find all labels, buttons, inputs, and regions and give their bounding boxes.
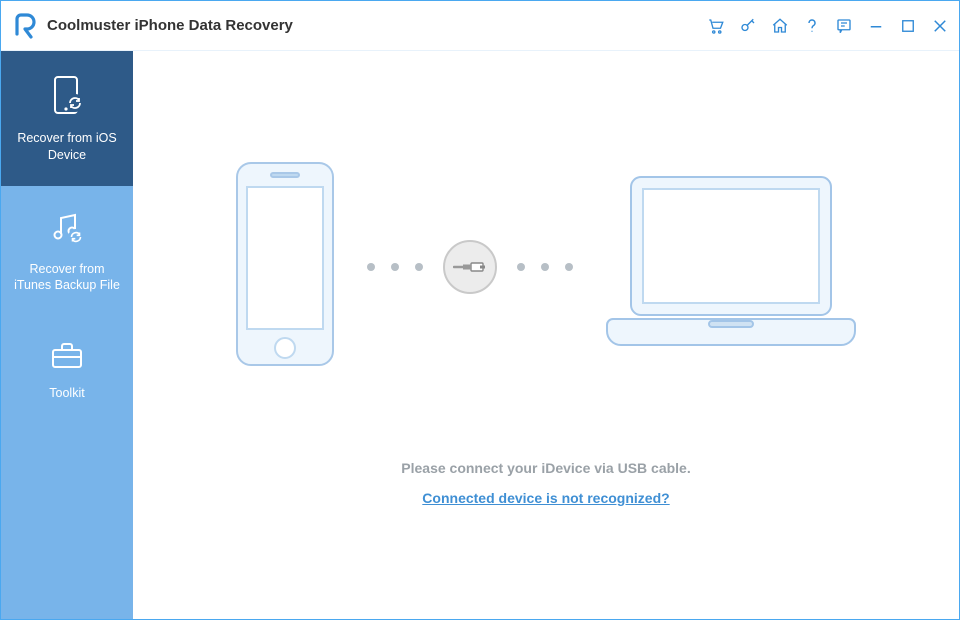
key-icon[interactable] bbox=[733, 11, 763, 41]
music-sync-icon bbox=[49, 210, 85, 251]
laptop-icon bbox=[601, 169, 861, 364]
dot-icon bbox=[391, 263, 399, 271]
sidebar-item-recover-itunes-backup[interactable]: Recover from iTunes Backup File bbox=[1, 186, 133, 317]
titlebar: Coolmuster iPhone Data Recovery bbox=[1, 1, 959, 51]
feedback-icon[interactable] bbox=[829, 11, 859, 41]
dot-icon bbox=[541, 263, 549, 271]
titlebar-actions bbox=[701, 11, 955, 41]
connection-dots bbox=[367, 240, 573, 294]
cart-icon[interactable] bbox=[701, 11, 731, 41]
dot-icon bbox=[367, 263, 375, 271]
sidebar-item-label: Recover from iTunes Backup File bbox=[14, 261, 120, 295]
sidebar-item-label: Toolkit bbox=[49, 385, 84, 402]
connect-illustration bbox=[231, 159, 861, 374]
instruction-text: Please connect your iDevice via USB cabl… bbox=[401, 460, 690, 476]
instructions: Please connect your iDevice via USB cabl… bbox=[401, 460, 690, 508]
sidebar-item-label: Recover from iOS Device bbox=[17, 130, 116, 164]
phone-icon bbox=[231, 159, 339, 374]
sidebar-item-recover-ios-device[interactable]: Recover from iOS Device bbox=[1, 51, 133, 186]
sidebar: Recover from iOS Device Rec bbox=[1, 51, 133, 619]
toolkit-icon bbox=[50, 340, 84, 375]
help-icon[interactable] bbox=[797, 11, 827, 41]
maximize-button[interactable] bbox=[893, 11, 923, 41]
sidebar-item-toolkit[interactable]: Toolkit bbox=[1, 316, 133, 424]
device-not-recognized-link[interactable]: Connected device is not recognized? bbox=[422, 490, 669, 506]
dot-icon bbox=[415, 263, 423, 271]
body: Recover from iOS Device Rec bbox=[1, 51, 959, 619]
app-title: Coolmuster iPhone Data Recovery bbox=[47, 17, 293, 34]
minimize-button[interactable] bbox=[861, 11, 891, 41]
app-window: Coolmuster iPhone Data Recovery bbox=[0, 0, 960, 620]
home-icon[interactable] bbox=[765, 11, 795, 41]
dot-icon bbox=[517, 263, 525, 271]
phone-sync-icon bbox=[51, 75, 83, 120]
main-content: Please connect your iDevice via USB cabl… bbox=[133, 51, 959, 619]
dot-icon bbox=[565, 263, 573, 271]
app-logo-icon bbox=[11, 12, 39, 40]
close-button[interactable] bbox=[925, 11, 955, 41]
usb-cable-icon bbox=[443, 240, 497, 294]
